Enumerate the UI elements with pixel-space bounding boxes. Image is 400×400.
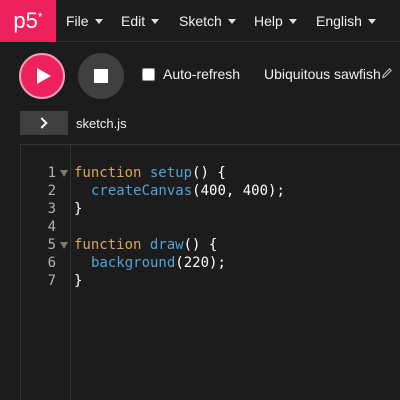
code-function-name: background [91, 255, 176, 271]
code-editor[interactable]: 1 2 3 4 5 6 7 function setup() { createC… [20, 144, 400, 400]
code-function-name: createCanvas [91, 183, 193, 199]
code-text: () { [183, 237, 218, 253]
line-number: 2 [47, 183, 56, 199]
stop-button[interactable] [78, 53, 124, 99]
chevron-down-icon [227, 18, 236, 24]
line-number: 7 [47, 273, 56, 289]
code-line: } [74, 200, 82, 218]
file-name: sketch.js [76, 116, 127, 131]
stop-icon [94, 69, 108, 83]
code-line: createCanvas(400, 400); [91, 182, 285, 200]
line-number: 4 [47, 219, 56, 235]
menu-sketch-label: Sketch [179, 13, 222, 29]
code-keyword: function [74, 237, 142, 253]
toolbar: Auto-refresh Ubiquitous sawfish [0, 43, 400, 107]
logo-text: p5 [13, 8, 38, 33]
top-menu-bar: p5 * File Edit Sketch Help English [0, 0, 400, 42]
menu-file[interactable]: File [66, 0, 103, 42]
chevron-down-icon [367, 18, 376, 24]
code-text: (220); [175, 255, 226, 271]
auto-refresh-label[interactable]: Auto-refresh [163, 66, 240, 82]
line-number: 6 [47, 255, 56, 271]
expand-sidebar-button[interactable] [20, 111, 68, 135]
play-button[interactable] [19, 53, 65, 99]
code-line: function setup() { [74, 164, 226, 182]
code-text: } [74, 273, 83, 289]
menu-language-label: English [316, 13, 362, 29]
menu-file-label: File [66, 13, 89, 29]
menu-help[interactable]: Help [254, 0, 297, 42]
code-text: (400, 400); [192, 183, 285, 199]
code-function-name: setup [149, 165, 193, 181]
code-text: } [74, 201, 83, 217]
auto-refresh-checkbox[interactable] [142, 68, 155, 81]
menu-sketch[interactable]: Sketch [179, 0, 236, 42]
menu-edit-label: Edit [121, 13, 146, 29]
menu-edit[interactable]: Edit [121, 0, 160, 42]
line-number: 5 [47, 237, 56, 253]
fold-arrow-icon[interactable] [60, 170, 68, 177]
file-tab-bar: sketch.js [0, 108, 400, 138]
chevron-down-icon [151, 18, 160, 24]
code-line: function draw() { [74, 236, 217, 254]
line-number-gutter: 1 2 3 4 5 6 7 [21, 145, 71, 400]
fold-arrow-icon[interactable] [60, 242, 68, 249]
code-keyword: function [74, 165, 142, 181]
chevron-down-icon [288, 18, 297, 24]
menu-help-label: Help [254, 13, 283, 29]
code-line: } [74, 272, 82, 290]
menu-language[interactable]: English [316, 0, 376, 42]
chevron-right-icon [36, 117, 48, 129]
line-number: 3 [47, 201, 56, 217]
code-function-name: draw [149, 237, 184, 253]
play-icon [37, 68, 51, 84]
line-number: 1 [47, 165, 56, 181]
p5-logo[interactable]: p5 * [0, 0, 56, 42]
pencil-icon[interactable] [382, 68, 392, 80]
code-line: background(220); [91, 254, 226, 272]
code-area[interactable]: function setup() { createCanvas(400, 400… [72, 145, 400, 400]
sketch-name[interactable]: Ubiquitous sawfish [264, 66, 381, 82]
logo-mark: * [37, 10, 43, 24]
code-text: () { [192, 165, 226, 181]
chevron-down-icon [94, 18, 103, 24]
